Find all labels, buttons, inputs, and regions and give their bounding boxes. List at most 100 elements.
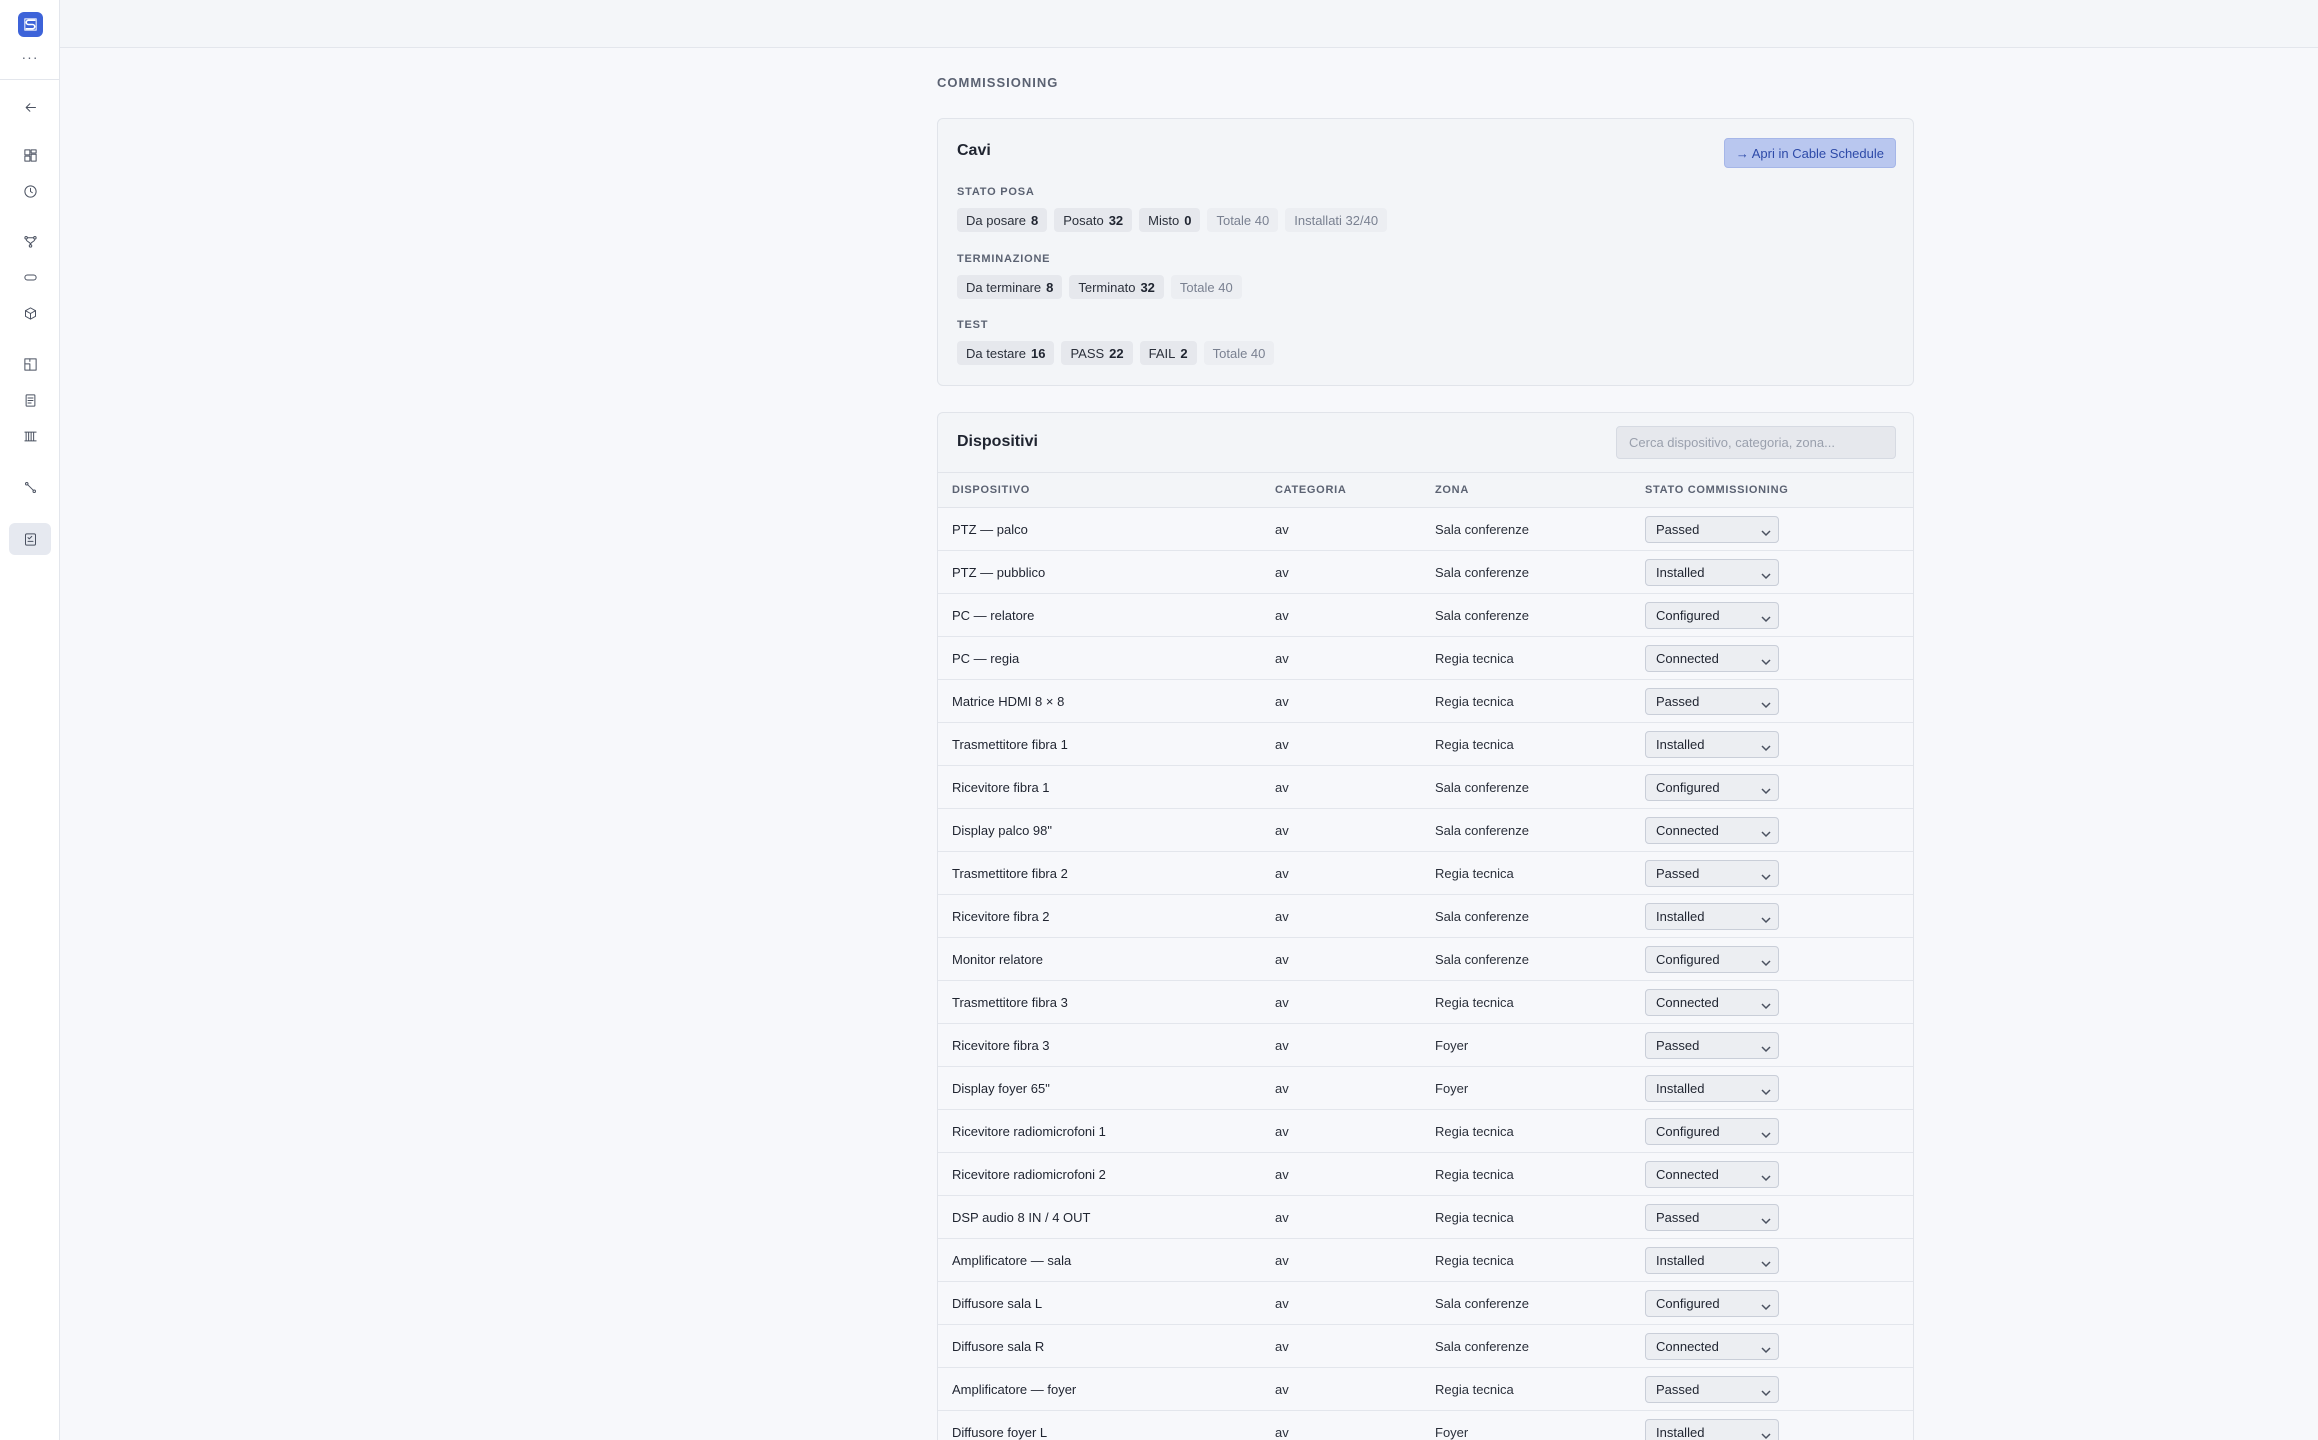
tag-icon[interactable] xyxy=(15,262,45,292)
top-bar xyxy=(60,0,2318,48)
zone-cell: Regia tecnica xyxy=(1421,1109,1631,1153)
status-select[interactable]: InstalledConnectedConfiguredPassed xyxy=(1645,1418,1779,1440)
column-header-dispositivo[interactable]: DISPOSITIVO xyxy=(938,472,1261,508)
category-cell: av xyxy=(1261,980,1421,1024)
status-select[interactable]: InstalledConnectedConfiguredPassed xyxy=(1645,644,1779,672)
status-cell: InstalledConnectedConfiguredPassed xyxy=(1631,636,1913,680)
devices-title: Dispositivi xyxy=(957,433,1038,450)
status-select[interactable]: InstalledConnectedConfiguredPassed xyxy=(1645,816,1779,844)
status-select[interactable]: InstalledConnectedConfiguredPassed xyxy=(1645,1031,1779,1059)
status-select-wrapper: InstalledConnectedConfiguredPassed xyxy=(1645,1160,1779,1188)
status-cell: InstalledConnectedConfiguredPassed xyxy=(1631,1152,1913,1196)
branches-icon[interactable] xyxy=(15,226,45,256)
table-row: Diffusore sala RavSala conferenze Install… xyxy=(938,1324,1913,1368)
table-row: Display foyer 65"avFoyer InstalledConnect… xyxy=(938,1066,1913,1110)
status-select-wrapper: InstalledConnectedConfiguredPassed xyxy=(1645,1375,1779,1403)
history-icon[interactable] xyxy=(15,176,45,206)
status-cell: InstalledConnectedConfiguredPassed xyxy=(1631,894,1913,938)
group-label-test: TEST xyxy=(957,319,989,331)
zone-cell: Sala conferenze xyxy=(1421,1281,1631,1325)
chip-label: Da testare xyxy=(966,345,1026,361)
status-select[interactable]: InstalledConnectedConfiguredPassed xyxy=(1645,558,1779,586)
table-row: PC — relatoreavSala conferenze InstalledC… xyxy=(938,593,1913,637)
zone-cell: Regia tecnica xyxy=(1421,679,1631,723)
category-cell: av xyxy=(1261,1195,1421,1239)
status-cell: InstalledConnectedConfiguredPassed xyxy=(1631,1281,1913,1325)
status-cell: InstalledConnectedConfiguredPassed xyxy=(1631,1410,1913,1440)
status-cell: InstalledConnectedConfiguredPassed xyxy=(1631,1324,1913,1368)
column-header-categoria[interactable]: CATEGORIA xyxy=(1261,472,1421,508)
count-chip: Terminato 32 xyxy=(1069,275,1164,299)
device-name-cell: Ricevitore fibra 2 xyxy=(938,894,1261,938)
category-cell: av xyxy=(1261,1410,1421,1440)
back-arrow-icon[interactable] xyxy=(15,92,45,122)
chip-count: 0 xyxy=(1184,212,1192,228)
zone-cell: Regia tecnica xyxy=(1421,1367,1631,1411)
status-select[interactable]: InstalledConnectedConfiguredPassed xyxy=(1645,1160,1779,1188)
status-select[interactable]: InstalledConnectedConfiguredPassed xyxy=(1645,1332,1779,1360)
column-header-stato[interactable]: STATO COMMISSIONING xyxy=(1631,472,1913,508)
device-name-cell: Matrice HDMI 8 × 8 xyxy=(938,679,1261,723)
test-chips: Da testare 16 PASS 22 FAIL 2 Totale 40 xyxy=(957,341,1275,365)
status-select[interactable]: InstalledConnectedConfiguredPassed xyxy=(1645,859,1779,887)
status-select[interactable]: InstalledConnectedConfiguredPassed xyxy=(1645,1289,1779,1317)
status-select[interactable]: InstalledConnectedConfiguredPassed xyxy=(1645,687,1779,715)
status-select-wrapper: InstalledConnectedConfiguredPassed xyxy=(1645,1246,1779,1274)
open-cable-schedule-button[interactable]: → Apri in Cable Schedule xyxy=(1723,138,1896,168)
count-chip: Installati 32/40 xyxy=(1285,208,1388,232)
status-select[interactable]: InstalledConnectedConfiguredPassed xyxy=(1645,988,1779,1016)
zone-cell: Foyer xyxy=(1421,1410,1631,1440)
status-select[interactable]: InstalledConnectedConfiguredPassed xyxy=(1645,1246,1779,1274)
chip-label: Da terminare xyxy=(966,279,1042,295)
table-row: Matrice HDMI 8 × 8avRegia tecnica Install… xyxy=(938,679,1913,723)
document-icon[interactable] xyxy=(15,385,45,415)
status-select[interactable]: InstalledConnectedConfiguredPassed xyxy=(1645,1117,1779,1145)
package-icon[interactable] xyxy=(15,298,45,328)
count-chip: Totale 40 xyxy=(1207,208,1279,232)
status-select[interactable]: InstalledConnectedConfiguredPassed xyxy=(1645,601,1779,629)
rack-icon[interactable] xyxy=(15,421,45,451)
status-cell: InstalledConnectedConfiguredPassed xyxy=(1631,1195,1913,1239)
commissioning-icon[interactable] xyxy=(9,523,51,555)
device-name-cell: Trasmettitore fibra 1 xyxy=(938,722,1261,766)
status-select[interactable]: InstalledConnectedConfiguredPassed xyxy=(1645,1074,1779,1102)
status-select[interactable]: InstalledConnectedConfiguredPassed xyxy=(1645,515,1779,543)
cable-icon[interactable] xyxy=(15,472,45,502)
status-select[interactable]: InstalledConnectedConfiguredPassed xyxy=(1645,1203,1779,1231)
category-cell: av xyxy=(1261,1152,1421,1196)
app-logo[interactable] xyxy=(18,12,43,37)
category-cell: av xyxy=(1261,1109,1421,1153)
count-chip: Totale 40 xyxy=(1203,341,1275,365)
status-select[interactable]: InstalledConnectedConfiguredPassed xyxy=(1645,730,1779,758)
category-cell: av xyxy=(1261,679,1421,723)
status-select[interactable]: InstalledConnectedConfiguredPassed xyxy=(1645,1375,1779,1403)
more-menu-button[interactable]: ··· xyxy=(0,49,60,65)
chip-label: Terminato xyxy=(1078,279,1136,295)
zone-cell: Regia tecnica xyxy=(1421,980,1631,1024)
table-row: Trasmettitore fibra 1 av Regia tecnica Inst… xyxy=(938,722,1913,766)
device-name-cell: Ricevitore fibra 3 xyxy=(938,1023,1261,1067)
status-select[interactable]: InstalledConnectedConfiguredPassed xyxy=(1645,773,1779,801)
status-select[interactable]: InstalledConnectedConfiguredPassed xyxy=(1645,945,1779,973)
status-cell: InstalledConnectedConfiguredPassed xyxy=(1631,808,1913,852)
group-label-terminazione: TERMINAZIONE xyxy=(957,253,1051,265)
zone-cell: Foyer xyxy=(1421,1066,1631,1110)
status-cell: InstalledConnectedConfiguredPassed xyxy=(1631,980,1913,1024)
device-name-cell: Diffusore sala R xyxy=(938,1324,1261,1368)
status-select-wrapper: InstalledConnectedConfiguredPassed xyxy=(1645,515,1779,543)
category-cell: av xyxy=(1261,1238,1421,1282)
sidebar-divider xyxy=(0,79,60,80)
chip-label: Da posare xyxy=(966,212,1026,228)
device-search-input[interactable] xyxy=(1616,426,1896,459)
status-select-wrapper: InstalledConnectedConfiguredPassed xyxy=(1645,1332,1779,1360)
status-select-wrapper: InstalledConnectedConfiguredPassed xyxy=(1645,945,1779,973)
status-select[interactable]: InstalledConnectedConfiguredPassed xyxy=(1645,902,1779,930)
table-row: Ricevitore fibra 1avSala conferenze Insta… xyxy=(938,765,1913,809)
chip-count: 8 xyxy=(1030,212,1039,228)
device-name-cell: Ricevitore radiomicrofoni 2 xyxy=(938,1152,1261,1196)
floorplan-icon[interactable] xyxy=(15,349,45,379)
column-header-zona[interactable]: ZONA xyxy=(1421,472,1631,508)
category-cell: av xyxy=(1261,1023,1421,1067)
dashboard-icon[interactable] xyxy=(15,140,45,170)
status-cell: InstalledConnectedConfiguredPassed xyxy=(1631,851,1913,895)
